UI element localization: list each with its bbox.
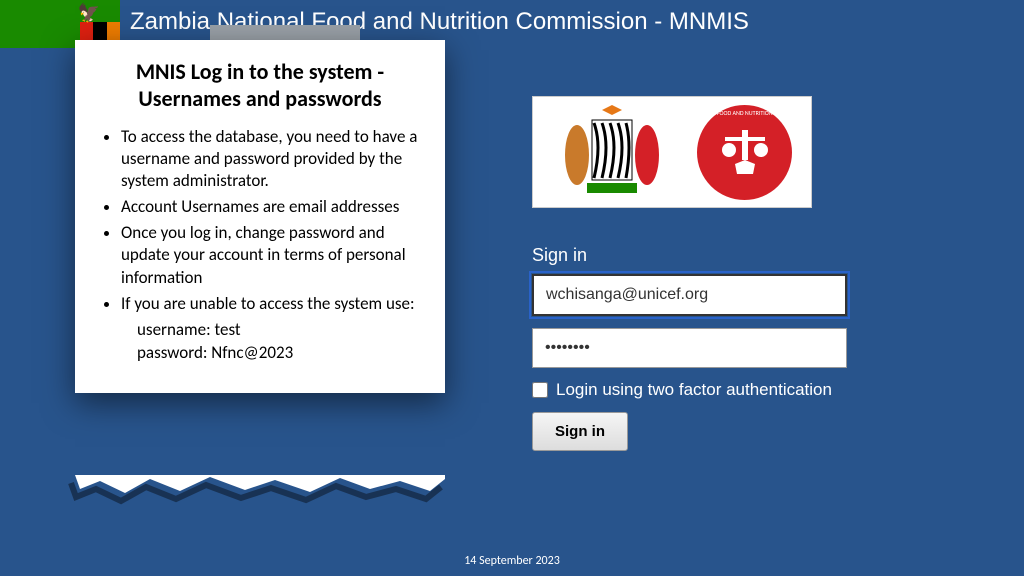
signin-form: Sign in Login using two factor authentic…: [532, 245, 862, 451]
instructions-list: To access the database, you need to have…: [97, 126, 423, 315]
fallback-password: password: Nfnc@2023: [97, 342, 423, 363]
list-item: To access the database, you need to have…: [121, 126, 423, 192]
instructions-heading: MNIS Log in to the system - Usernames an…: [97, 58, 423, 112]
logo-panel: FOOD AND NUTRITION: [532, 96, 812, 208]
footer-date: 14 September 2023: [0, 554, 1024, 568]
two-factor-checkbox[interactable]: [532, 382, 548, 398]
list-item: Once you log in, change password and upd…: [121, 222, 423, 288]
decorative-bar: [210, 25, 360, 41]
list-item: If you are unable to access the system u…: [121, 293, 423, 315]
nutrition-logo-label: FOOD AND NUTRITION: [697, 109, 792, 117]
two-factor-label: Login using two factor authentication: [556, 380, 832, 400]
username-input[interactable]: [532, 274, 847, 316]
instructions-card: MNIS Log in to the system - Usernames an…: [75, 40, 445, 393]
signin-button[interactable]: Sign in: [532, 412, 628, 451]
paper-tear-decoration: [60, 475, 460, 505]
signin-title: Sign in: [532, 245, 862, 266]
coat-of-arms-icon: [552, 105, 672, 200]
nutrition-logo-icon: FOOD AND NUTRITION: [697, 105, 792, 200]
fallback-username: username: test: [97, 319, 423, 340]
two-factor-row[interactable]: Login using two factor authentication: [532, 380, 862, 400]
password-input[interactable]: [532, 328, 847, 368]
eagle-icon: 🦅: [78, 2, 100, 24]
list-item: Account Usernames are email addresses: [121, 196, 423, 218]
